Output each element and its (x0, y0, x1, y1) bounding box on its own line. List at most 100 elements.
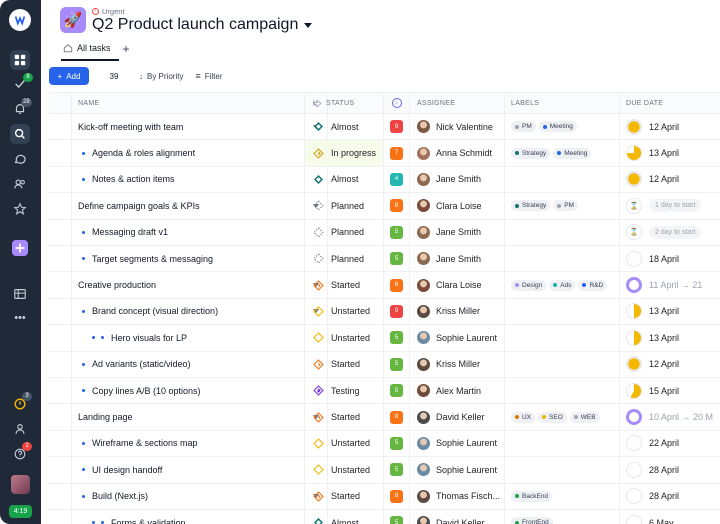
user-icon[interactable] (10, 419, 30, 439)
task-name-cell[interactable]: Build (Next.js) (72, 483, 305, 509)
status-cell[interactable]: Unstarted (305, 457, 384, 483)
assignee-cell[interactable]: Alex Martin (410, 378, 505, 404)
table-row[interactable]: UI design handoff Unstarted 5 Sophie Lau… (49, 457, 720, 484)
task-name-cell[interactable]: Forms & validation (72, 510, 305, 524)
labels-cell[interactable] (505, 430, 620, 457)
task-name-cell[interactable]: Define campaign goals & KPIs (72, 193, 305, 219)
label-tag[interactable]: R&D (578, 279, 608, 291)
table-row[interactable]: Landing page Started 8 David Keller UX SE… (49, 404, 720, 431)
priority-cell[interactable]: 5 (384, 430, 410, 457)
priority-cell[interactable]: 5 (384, 510, 410, 524)
label-tag[interactable]: Strategy (511, 200, 551, 212)
search-icon[interactable] (10, 124, 30, 144)
table-row[interactable]: Kick-off meeting with team Almost 9 Nick… (49, 114, 720, 141)
task-name-cell[interactable]: Agenda & roles alignment (72, 140, 305, 166)
priority-cell[interactable]: 9 (384, 298, 410, 325)
due-date-cell[interactable]: 12 April (620, 114, 720, 139)
status-cell[interactable]: Unstarted (305, 298, 384, 325)
assignee-cell[interactable]: Sophie Laurent (410, 430, 505, 457)
assignee-cell[interactable]: David Keller (410, 404, 505, 430)
label-tag[interactable]: SEO (538, 411, 567, 423)
due-date-cell[interactable]: 18 April (620, 246, 720, 271)
label-tag[interactable]: Design (511, 279, 547, 291)
due-date-cell[interactable]: 12 April (620, 167, 720, 192)
due-date-cell[interactable]: 6 May (620, 510, 720, 524)
priority-cell[interactable]: 8 (384, 193, 410, 219)
priority-cell[interactable]: 4 (384, 166, 410, 193)
task-name-cell[interactable]: Notes & action items (72, 166, 305, 193)
column-name[interactable]: NAME (72, 93, 305, 113)
help-icon[interactable]: 1 (10, 442, 32, 464)
labels-cell[interactable]: Strategy PM (505, 193, 620, 219)
assignee-cell[interactable]: Nick Valentine (410, 114, 505, 140)
task-name-cell[interactable]: Target segments & messaging (72, 246, 305, 272)
status-cell[interactable]: Almost (305, 114, 384, 140)
due-date-cell[interactable]: ⌛ 2 day to start (620, 220, 720, 245)
due-date-cell[interactable]: 10 April → 20 M (620, 404, 720, 429)
priority-cell[interactable]: 8 (384, 404, 410, 430)
more-icon[interactable]: ••• (10, 308, 30, 328)
assignee-cell[interactable]: Kriss Miller (410, 351, 505, 377)
labels-cell[interactable] (505, 166, 620, 193)
labels-cell[interactable] (505, 351, 620, 377)
table-row[interactable]: Forms & validation Almost 5 David Keller… (49, 510, 720, 524)
due-date-cell[interactable]: 28 April (620, 484, 720, 509)
labels-cell[interactable]: Strategy Meeting (505, 140, 620, 166)
assignee-cell[interactable]: Kriss Miller (410, 298, 505, 325)
status-cell[interactable]: Almost (305, 166, 384, 193)
people-icon[interactable] (10, 174, 30, 194)
table-row[interactable]: Creative production Started 8 Clara Lois… (49, 272, 720, 299)
labels-cell[interactable] (505, 457, 620, 483)
time-badge[interactable]: 4:19 (9, 505, 32, 518)
status-cell[interactable]: Testing (305, 378, 384, 404)
status-cell[interactable]: Started (305, 483, 384, 509)
table-row[interactable]: Brand concept (visual direction) Unstart… (49, 298, 720, 326)
labels-cell[interactable] (505, 325, 620, 351)
table-row[interactable]: Notes & action items Almost 4 Jane Smith… (49, 166, 720, 194)
avatar[interactable] (11, 475, 30, 494)
status-cell[interactable]: Planned (305, 193, 384, 219)
due-date-cell[interactable]: 11 April → 21 (620, 272, 720, 297)
due-date-cell[interactable]: 28 April (620, 457, 720, 482)
due-date-cell[interactable]: ⌛ 1 day to start (620, 193, 720, 218)
status-cell[interactable]: Almost (305, 510, 384, 524)
check-icon[interactable]: 8 (10, 73, 33, 94)
assignee-cell[interactable]: Jane Smith (410, 246, 505, 272)
label-tag[interactable]: Meeting (553, 147, 592, 159)
labels-cell[interactable] (505, 378, 620, 404)
table-row[interactable]: Copy lines A/B (10 options) Testing 5 Al… (49, 378, 720, 405)
assignee-cell[interactable]: David Keller (410, 510, 505, 524)
task-name-cell[interactable]: Creative production (72, 272, 305, 298)
due-date-cell[interactable]: 13 April (620, 325, 720, 350)
status-cell[interactable]: In progress (305, 140, 384, 166)
labels-cell[interactable] (505, 298, 620, 325)
assignee-cell[interactable]: Jane Smith (410, 166, 505, 193)
due-date-cell[interactable]: 15 April (620, 378, 720, 403)
assignee-cell[interactable]: Jane Smith (410, 219, 505, 245)
assignee-cell[interactable]: Sophie Laurent (410, 325, 505, 351)
tab-all-tasks[interactable]: All tasks (63, 43, 111, 56)
table-row[interactable]: Build (Next.js) Started 8 Thomas Fisch..… (49, 483, 720, 510)
status-cell[interactable]: Planned (305, 246, 384, 272)
assignee-cell[interactable]: Clara Loise (410, 272, 505, 298)
task-name-cell[interactable]: UI design handoff (72, 457, 305, 483)
priority-cell[interactable]: 5 (384, 325, 410, 351)
due-date-cell[interactable]: 12 April (620, 352, 720, 377)
labels-cell[interactable]: PM Meeting (505, 114, 620, 140)
task-name-cell[interactable]: Landing page (72, 404, 305, 430)
table-row[interactable]: Wireframe & sections map Unstarted 5 Sop… (49, 430, 720, 458)
label-tag[interactable]: BackEnd (511, 490, 553, 502)
logo-icon[interactable] (9, 9, 31, 31)
table-icon[interactable] (10, 284, 30, 304)
column-labels[interactable]: LABELS (505, 93, 620, 113)
bell-icon[interactable]: 28 (10, 98, 32, 119)
label-tag[interactable]: FrontEnd (511, 517, 553, 524)
label-tag[interactable]: PM (553, 200, 578, 212)
labels-cell[interactable] (505, 219, 620, 245)
priority-cell[interactable]: 5 (384, 219, 410, 245)
chevron-down-icon[interactable] (304, 22, 313, 28)
priority-cell[interactable]: 5 (384, 246, 410, 272)
task-name-cell[interactable]: Copy lines A/B (10 options) (72, 378, 305, 404)
labels-cell[interactable]: UX SEO WEB (505, 404, 620, 430)
task-name-cell[interactable]: Hero visuals for LP (72, 325, 305, 351)
